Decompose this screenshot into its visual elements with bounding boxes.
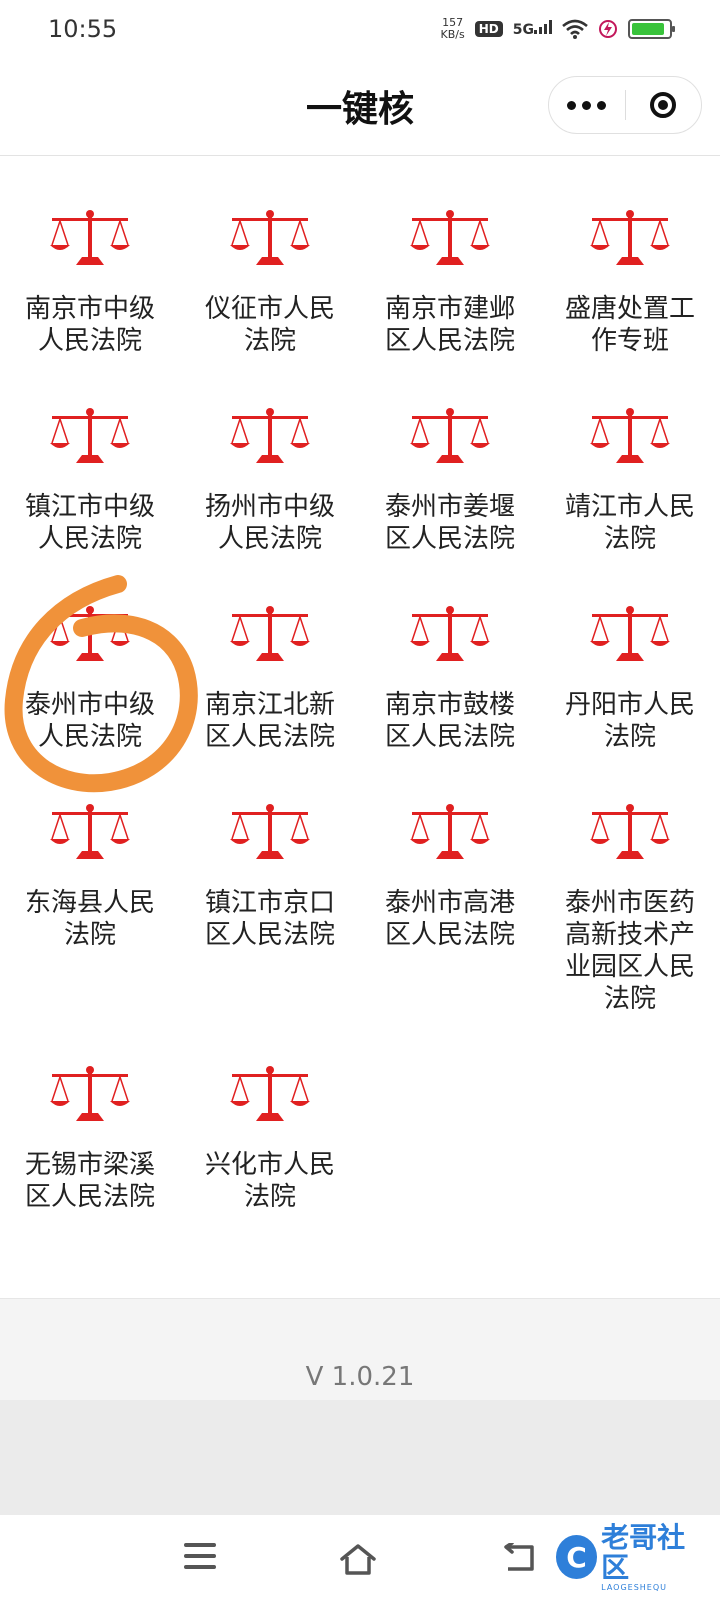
court-name: 泰州市高港区人民法院 — [384, 888, 515, 950]
court-grid: 南京市中级人民法院 仪征市人民法院 南京市建邺区人民法院 盛唐处置工作专班镇江市中级人… — [0, 157, 720, 1213]
court-name: 南京江北新区人民法院 — [204, 690, 335, 752]
menu-line — [184, 1565, 216, 1569]
court-item[interactable]: 仪征市人民法院 — [180, 157, 360, 357]
menu-line — [184, 1554, 216, 1558]
court-item[interactable]: 镇江市中级人民法院 — [0, 357, 180, 555]
court-item[interactable]: 盛唐处置工作专班 — [540, 157, 720, 357]
scales-of-justice-icon — [590, 408, 670, 463]
version-label: V 1.0.21 — [305, 1362, 415, 1392]
scales-of-justice-icon — [50, 606, 130, 661]
court-item[interactable]: 扬州市中级人民法院 — [180, 357, 360, 555]
watermark-logo: C 老哥社区 LAOGESHEQU — [556, 1522, 706, 1592]
mini-program-capsule — [548, 76, 702, 134]
bottom-gray-area — [0, 1400, 720, 1515]
court-item[interactable]: 泰州市中级人民法院 — [0, 555, 180, 753]
net-speed-unit: KB/s — [440, 28, 465, 41]
net-speed: 157 KB/s — [441, 17, 465, 41]
close-button[interactable] — [626, 77, 702, 133]
court-name: 南京市鼓楼区人民法院 — [384, 690, 515, 752]
target-icon — [650, 92, 677, 118]
more-dot-icon — [582, 100, 592, 110]
court-name: 南京市建邺区人民法院 — [384, 294, 515, 356]
more-dot-icon — [597, 100, 607, 110]
menu-line — [184, 1543, 216, 1547]
scales-of-justice-icon — [410, 804, 490, 859]
court-item[interactable]: 泰州市姜堰区人民法院 — [360, 357, 540, 555]
court-item[interactable]: 丹阳市人民法院 — [540, 555, 720, 753]
charging-icon — [599, 20, 617, 38]
watermark-main: 老哥社区 — [601, 1520, 686, 1584]
scales-of-justice-icon — [230, 408, 310, 463]
back-icon[interactable] — [502, 1543, 536, 1573]
court-name: 镇江市中级人民法院 — [24, 492, 155, 554]
court-name: 仪征市人民法院 — [204, 294, 335, 356]
scales-of-justice-icon — [50, 804, 130, 859]
court-name: 扬州市中级人民法院 — [204, 492, 335, 554]
menu-icon[interactable] — [184, 1543, 216, 1569]
wifi-icon — [562, 19, 588, 39]
battery-fill — [632, 23, 664, 35]
hd-icon: HD — [474, 21, 503, 37]
scales-of-justice-icon — [590, 606, 670, 661]
scales-of-justice-icon — [590, 210, 670, 265]
scales-of-justice-icon — [230, 804, 310, 859]
court-item[interactable]: 兴化市人民法院 — [180, 1015, 360, 1213]
status-icons: 157 KB/s HD 5G — [441, 17, 675, 41]
more-button[interactable] — [549, 77, 625, 133]
court-name: 无锡市梁溪区人民法院 — [24, 1150, 155, 1212]
nav-bar: 一键核 — [0, 58, 720, 156]
signal-icon: 5G — [513, 20, 552, 38]
watermark-badge: C — [556, 1535, 598, 1579]
scales-of-justice-icon — [50, 408, 130, 463]
watermark-sub: LAOGESHEQU — [601, 1582, 667, 1592]
court-item[interactable]: 南京市鼓楼区人民法院 — [360, 555, 540, 753]
court-name: 泰州市姜堰区人民法院 — [384, 492, 515, 554]
status-time: 10:55 — [48, 15, 118, 43]
court-name: 南京市中级人民法院 — [24, 294, 155, 356]
court-item[interactable]: 泰州市高港区人民法院 — [360, 753, 540, 1015]
status-bar: 10:55 157 KB/s HD 5G — [0, 0, 720, 58]
court-item[interactable]: 镇江市京口区人民法院 — [180, 753, 360, 1015]
scales-of-justice-icon — [230, 606, 310, 661]
scales-of-justice-icon — [410, 408, 490, 463]
court-name: 靖江市人民法院 — [564, 492, 695, 554]
court-item[interactable]: 无锡市梁溪区人民法院 — [0, 1015, 180, 1213]
home-icon[interactable] — [338, 1543, 378, 1577]
court-name: 泰州市医药高新技术产业园区人民法院 — [564, 888, 695, 1014]
scales-of-justice-icon — [410, 210, 490, 265]
court-item[interactable]: 东海县人民法院 — [0, 753, 180, 1015]
scales-of-justice-icon — [590, 804, 670, 859]
scales-of-justice-icon — [230, 210, 310, 265]
scales-of-justice-icon — [410, 606, 490, 661]
battery-icon — [628, 19, 675, 39]
scales-of-justice-icon — [230, 1066, 310, 1121]
watermark-text: 老哥社区 LAOGESHEQU — [601, 1520, 706, 1592]
court-item[interactable]: 南京市建邺区人民法院 — [360, 157, 540, 357]
court-name: 镇江市京口区人民法院 — [204, 888, 335, 950]
scales-of-justice-icon — [50, 1066, 130, 1121]
scales-of-justice-icon — [50, 210, 130, 265]
court-name: 丹阳市人民法院 — [564, 690, 695, 752]
court-name: 盛唐处置工作专班 — [564, 294, 695, 356]
court-item[interactable]: 泰州市医药高新技术产业园区人民法院 — [540, 753, 720, 1015]
court-item[interactable]: 南京市中级人民法院 — [0, 157, 180, 357]
court-name: 泰州市中级人民法院 — [24, 690, 155, 752]
court-item[interactable]: 靖江市人民法院 — [540, 357, 720, 555]
court-item[interactable]: 南京江北新区人民法院 — [180, 555, 360, 753]
network-type: 5G — [512, 22, 534, 38]
court-name: 东海县人民法院 — [24, 888, 155, 950]
court-name: 兴化市人民法院 — [204, 1150, 335, 1212]
more-dot-icon — [567, 100, 577, 110]
